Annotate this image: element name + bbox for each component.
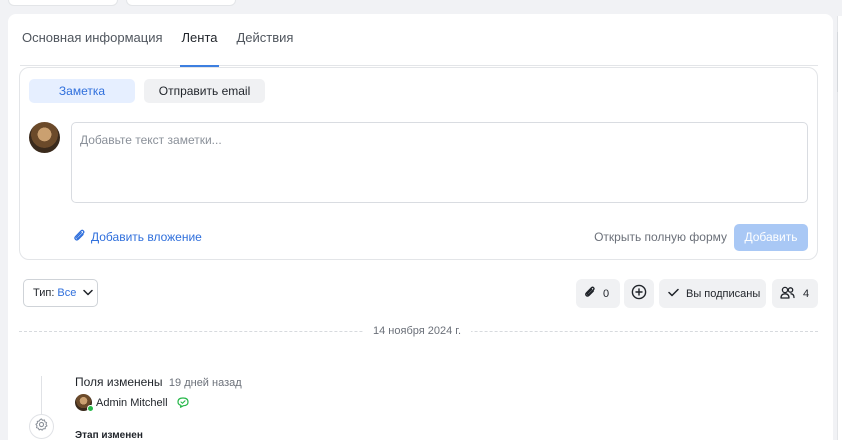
plus-circle-icon <box>631 284 647 303</box>
paperclip-icon <box>73 228 86 246</box>
tab-feed[interactable]: Лента <box>179 28 220 67</box>
chevron-down-icon <box>83 287 94 299</box>
note-text-input[interactable] <box>71 122 808 203</box>
subscription-label: Вы подписаны <box>686 287 761 300</box>
top-card-chip <box>126 0 236 6</box>
avatar <box>29 122 60 153</box>
open-full-form-link[interactable]: Открыть полную форму <box>594 230 727 244</box>
tab-actions[interactable]: Действия <box>234 28 295 66</box>
add-activity-button[interactable] <box>624 279 654 308</box>
timeline-line <box>41 376 42 416</box>
right-panel-edge <box>837 16 842 440</box>
event-user: Admin Mitchell <box>75 394 189 412</box>
add-attachment-label: Добавить вложение <box>91 230 202 244</box>
timeline-node <box>29 414 54 439</box>
detail-tabs: Основная информация Лента Действия <box>20 28 818 67</box>
followers-button[interactable]: 4 <box>772 279 818 308</box>
event-title-text: Поля изменены <box>75 375 163 389</box>
note-mode-button[interactable]: Заметка <box>29 79 135 103</box>
add-attachment-link[interactable]: Добавить вложение <box>73 228 202 246</box>
online-status-dot <box>87 405 94 412</box>
event-time: 19 дней назад <box>168 377 242 389</box>
type-filter-dropdown[interactable]: Тип: Все <box>23 279 98 307</box>
right-panel-divider <box>837 32 842 92</box>
top-card-chip <box>8 0 118 6</box>
attachments-filter-button[interactable]: 0 <box>576 279 620 308</box>
feed-date-label: 14 ноября 2024 г. <box>363 325 471 337</box>
tab-main-info[interactable]: Основная информация <box>20 28 165 66</box>
subscription-toggle-button[interactable]: Вы подписаны <box>659 279 766 308</box>
users-icon <box>780 286 795 302</box>
event-user-name[interactable]: Admin Mitchell <box>96 397 168 409</box>
attachments-count: 0 <box>603 287 610 300</box>
email-mode-button[interactable]: Отправить email <box>144 79 265 103</box>
type-filter-value: Все <box>57 287 77 299</box>
add-note-button[interactable]: Добавить <box>734 224 808 251</box>
type-filter-label: Тип: <box>33 287 55 299</box>
record-detail-card: Основная информация Лента Действия Замет… <box>8 14 833 440</box>
chat-bubble-icon[interactable] <box>176 397 189 408</box>
event-title: Этап изменен <box>75 430 143 440</box>
event-title: Поля изменены 19 дней назад <box>75 375 242 389</box>
check-icon <box>668 288 679 300</box>
paperclip-icon <box>584 285 596 302</box>
followers-count: 4 <box>803 287 810 300</box>
gear-icon <box>35 417 48 436</box>
avatar <box>75 394 94 412</box>
note-composer: Заметка Отправить email Добавить вложени… <box>19 67 818 260</box>
